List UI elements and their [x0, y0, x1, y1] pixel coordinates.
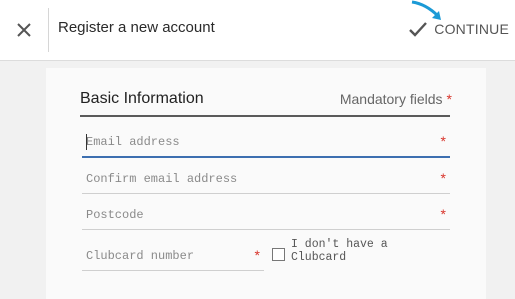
clubcard-field-wrap: *: [82, 244, 268, 271]
postcode-field[interactable]: [82, 203, 454, 227]
email-field-wrap: *: [82, 130, 454, 158]
no-clubcard-checkbox[interactable]: [272, 248, 285, 261]
check-icon: [409, 22, 428, 37]
no-clubcard-option[interactable]: I don't have a Clubcard: [272, 238, 432, 278]
header-divider: [48, 8, 49, 52]
close-button[interactable]: [12, 18, 36, 42]
postcode-required-marker: *: [440, 206, 446, 222]
email-required-marker: *: [440, 133, 446, 149]
section-title: Basic Information: [80, 90, 204, 107]
no-clubcard-label: I don't have a Clubcard: [291, 238, 388, 264]
postcode-field-wrap: *: [82, 203, 454, 230]
section-divider: [80, 115, 450, 117]
mandatory-label: Mandatory fields: [339, 91, 443, 107]
page-title: Register a new account: [58, 19, 215, 36]
registration-card: Basic Information Mandatory fields* * * …: [46, 68, 486, 299]
close-icon: [17, 23, 31, 37]
clubcard-required-marker: *: [254, 247, 260, 263]
confirm-email-field-wrap: *: [82, 167, 454, 194]
clubcard-number-field[interactable]: [82, 244, 268, 268]
continue-button[interactable]: CONTINUE: [408, 16, 509, 42]
text-cursor: [86, 134, 87, 150]
confirm-email-field[interactable]: [82, 167, 454, 191]
top-bar: Register a new account CONTINUE: [0, 0, 515, 61]
confirm-email-required-marker: *: [440, 170, 446, 186]
email-field[interactable]: [82, 130, 454, 154]
required-marker: *: [446, 91, 452, 107]
continue-label: CONTINUE: [434, 21, 509, 37]
mandatory-note: Mandatory fields *: [340, 91, 452, 107]
